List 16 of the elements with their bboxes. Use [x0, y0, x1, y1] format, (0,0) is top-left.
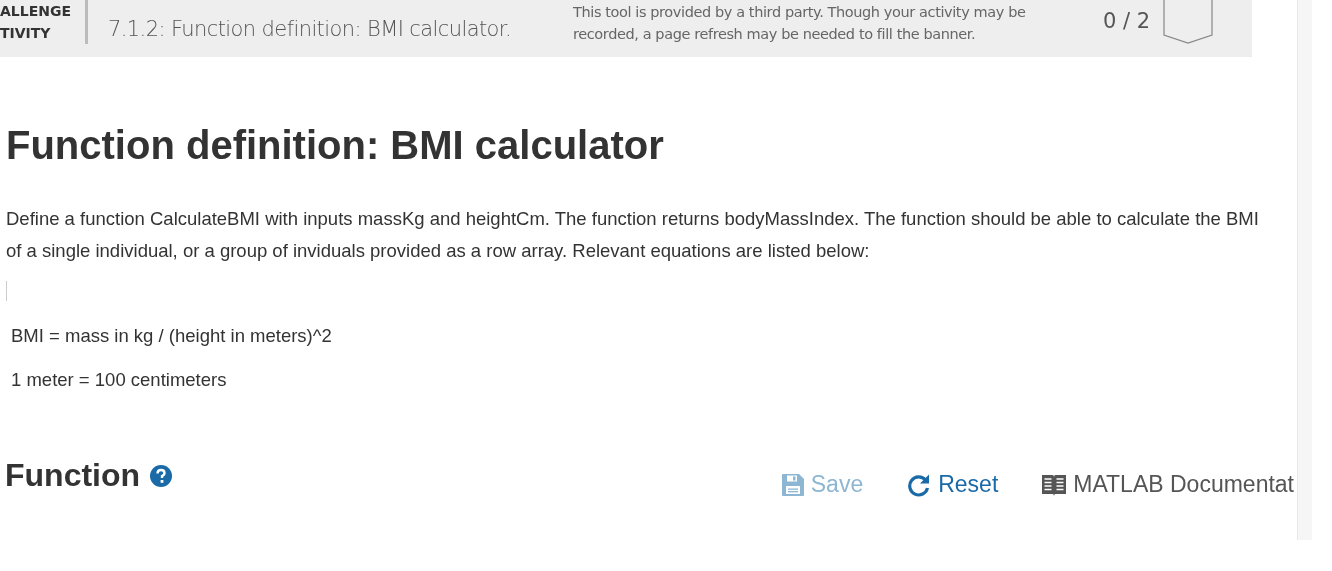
- equation: 1 meter = 100 centimeters: [11, 369, 228, 391]
- description: Define a function CalculateBMI with inputs massKg and heightCm. The function returns bodyMassIndex. The function should be able to calculate the BMI of a single individual, or a group of inviduals provided as a row array. Relevant equations are listed below:: [6, 207, 1260, 263]
- activity-title: 7.1.2: Function definition: BMI calculator.: [108, 16, 512, 41]
- banner-note: This tool is provided by a third party. Though your activity may be recorded, a page refresh may be needed to fill the banner.: [573, 2, 1027, 44]
- reset-button[interactable]: Reset: [907, 471, 999, 498]
- activity-label: TIVITY: [0, 23, 52, 43]
- badge-icon: [1163, 0, 1213, 44]
- book-icon: [1042, 473, 1067, 496]
- equation: BMI = mass in kg / (height in meters)^2: [11, 325, 333, 347]
- activity-label: ALLENGE: [0, 1, 71, 21]
- page-heading: Function definition: BMI calculator: [6, 122, 665, 169]
- section-title: Function: [5, 457, 141, 494]
- progress-count: 0 / 2: [1103, 8, 1152, 33]
- documentation-link[interactable]: MATLAB Documentat: [1042, 471, 1294, 498]
- help-icon[interactable]: [150, 464, 173, 487]
- refresh-icon: [907, 472, 932, 497]
